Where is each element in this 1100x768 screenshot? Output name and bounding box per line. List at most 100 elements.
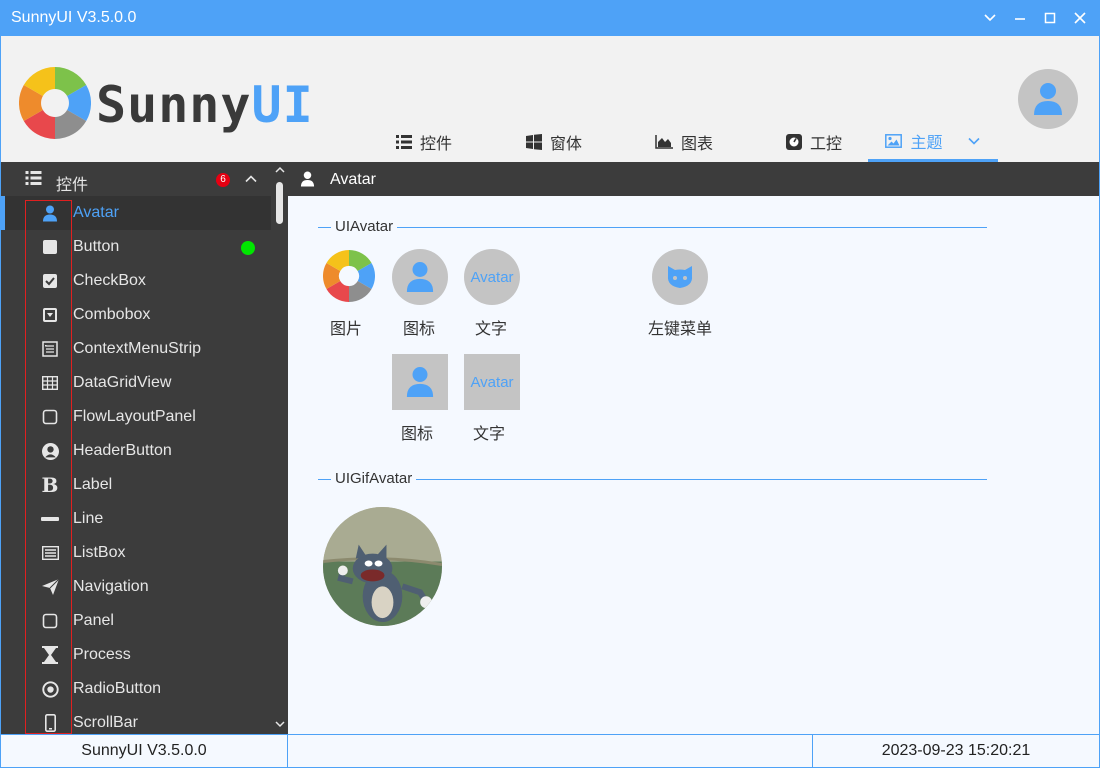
- tab-industrial[interactable]: 工控: [759, 122, 869, 162]
- sidebar-item-label: ListBox: [73, 544, 126, 561]
- sidebar-item-label: Panel: [73, 612, 114, 629]
- avatar-context-menu[interactable]: [652, 249, 708, 305]
- user-avatar[interactable]: [1018, 69, 1078, 129]
- sidebar-item-combobox[interactable]: Combobox: [1, 298, 271, 332]
- tab-theme[interactable]: 主题: [868, 122, 998, 162]
- sidebar-item-panel[interactable]: Panel: [1, 604, 271, 638]
- chevron-up-icon[interactable]: [244, 172, 258, 186]
- user-circle-icon: [41, 442, 59, 460]
- bold-b-icon: B: [41, 473, 59, 497]
- sidebar-item-datagridview[interactable]: DataGridView: [1, 366, 271, 400]
- sidebar-item-label: FlowLayoutPanel: [73, 408, 196, 425]
- sidebar-item-avatar[interactable]: Avatar: [1, 196, 271, 230]
- sidebar-item-label: HeaderButton: [73, 442, 172, 459]
- avatar-caption: 图片: [329, 321, 362, 338]
- sidebar-item-label: Combobox: [73, 306, 151, 323]
- sidebar-item-label: CheckBox: [73, 272, 146, 289]
- area-chart-icon: [655, 135, 673, 149]
- sidebar-item-label: DataGridView: [73, 374, 172, 391]
- avatar-image[interactable]: [323, 250, 375, 302]
- status-version: SunnyUI V3.5.0.0: [1, 735, 288, 767]
- gauge-icon: [785, 134, 802, 150]
- sidebar-header-label: 控件: [56, 177, 89, 194]
- close-icon[interactable]: [1068, 6, 1092, 30]
- app-header: SunnyUI 控件 窗体 图表 工控 主题: [1, 36, 1099, 162]
- chevron-down-icon[interactable]: [978, 6, 1002, 30]
- user-icon: [300, 171, 315, 187]
- sidebar-item-listbox[interactable]: ListBox: [1, 536, 271, 570]
- chevron-up-icon[interactable]: [275, 166, 285, 174]
- mobile-icon: [41, 714, 59, 732]
- sidebar-item-scrollbar[interactable]: ScrollBar: [1, 706, 271, 734]
- chevron-down-icon[interactable]: [275, 720, 285, 728]
- windows-icon: [525, 134, 542, 150]
- sidebar-item-button[interactable]: Button: [1, 230, 271, 264]
- sidebar-item-checkbox[interactable]: CheckBox: [1, 264, 271, 298]
- page-title: Avatar: [330, 171, 376, 188]
- minimize-icon[interactable]: [1008, 6, 1032, 30]
- tab-controls[interactable]: 控件: [369, 122, 479, 162]
- window-title: SunnyUI V3.5.0.0: [11, 9, 137, 26]
- github-cat-icon: [667, 266, 693, 288]
- user-icon: [1034, 83, 1062, 115]
- dropdown-box-icon: [41, 306, 59, 324]
- avatar-text-square[interactable]: Avatar: [464, 354, 520, 410]
- logo-wheel-icon: [19, 67, 91, 139]
- main-panel: Avatar UIAvatar 图片 图标 Avatar 文字 左键菜单 图标 …: [288, 162, 1099, 734]
- list-icon: [395, 135, 412, 149]
- sidebar-item-label: ScrollBar: [73, 714, 138, 731]
- sidebar-item-headerbutton[interactable]: HeaderButton: [1, 434, 271, 468]
- status-datetime: 2023-09-23 15:20:21: [881, 742, 1031, 759]
- menu-list-icon: [41, 340, 59, 358]
- sidebar-item-contextmenustrip[interactable]: ContextMenuStrip: [1, 332, 271, 366]
- avatar-text[interactable]: Avatar: [464, 249, 520, 305]
- notification-badge: 6: [216, 173, 230, 187]
- sidebar-item-label: Label: [73, 476, 113, 493]
- tab-charts[interactable]: 图表: [629, 122, 739, 162]
- status-bar: SunnyUI V3.5.0.0 2023-09-23 15:20:21: [1, 734, 1099, 767]
- sidebar-scrollbar[interactable]: [272, 162, 288, 734]
- radio-icon: [41, 680, 59, 698]
- logo-text: SunnyUI: [96, 76, 314, 134]
- user-icon: [41, 204, 59, 222]
- avatar-icon-square[interactable]: [392, 354, 448, 410]
- square-icon: [41, 238, 59, 256]
- status-middle: [288, 735, 813, 767]
- list-icon: [25, 171, 42, 185]
- group-divider: [318, 479, 987, 480]
- gif-avatar-cartoon-cat[interactable]: [323, 507, 442, 626]
- sidebar-item-flowlayoutpanel[interactable]: FlowLayoutPanel: [1, 400, 271, 434]
- sidebar-item-label: Line: [73, 510, 104, 527]
- list-box-icon: [41, 544, 59, 562]
- maximize-icon[interactable]: [1038, 6, 1062, 30]
- avatar-caption: 文字: [472, 426, 505, 443]
- sidebar-item-label-control[interactable]: B Label: [1, 468, 271, 502]
- sidebar-item-radiobutton[interactable]: RadioButton: [1, 672, 271, 706]
- sidebar-item-line[interactable]: Line: [1, 502, 271, 536]
- avatar-caption: 左键菜单: [647, 321, 712, 338]
- grid-icon: [41, 374, 59, 392]
- avatar-caption: 图标: [402, 321, 435, 338]
- sidebar-item-label: Avatar: [73, 204, 119, 221]
- sidebar-item-label: Process: [73, 646, 131, 663]
- tab-forms[interactable]: 窗体: [499, 122, 609, 162]
- sidebar-header[interactable]: 控件 6: [1, 162, 271, 196]
- sidebar-item-label: RadioButton: [73, 680, 162, 697]
- sidebar-item-process[interactable]: Process: [1, 638, 271, 672]
- chevron-down-icon[interactable]: [967, 134, 981, 148]
- image-icon: [885, 133, 903, 148]
- group-title-uiavatar: UIAvatar: [331, 218, 398, 235]
- group-divider: [318, 227, 987, 228]
- status-dot: [241, 241, 255, 255]
- checkbox-icon: [41, 272, 59, 290]
- sidebar: 控件 6 Avatar Button CheckBox Combobox Con…: [1, 162, 288, 734]
- scroll-thumb[interactable]: [276, 182, 283, 224]
- avatar-icon[interactable]: [392, 249, 448, 305]
- user-icon: [406, 367, 434, 397]
- minus-icon: [41, 510, 59, 528]
- page-header: Avatar: [288, 162, 1099, 196]
- sidebar-item-navigation[interactable]: Navigation: [1, 570, 271, 604]
- sidebar-item-label: Button: [73, 238, 120, 255]
- avatar-caption: 图标: [400, 426, 433, 443]
- sidebar-item-label: ContextMenuStrip: [73, 340, 202, 357]
